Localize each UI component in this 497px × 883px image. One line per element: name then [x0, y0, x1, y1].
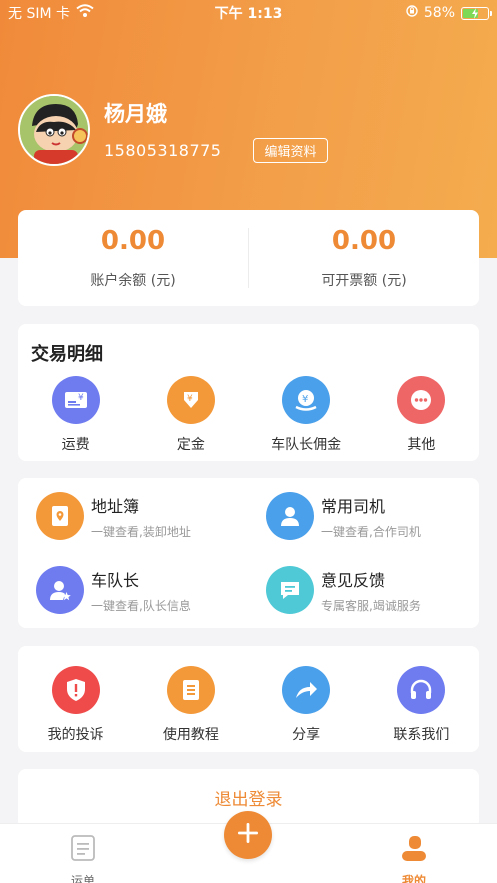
service-fleet-captain[interactable]: 车队长 一键查看,队长信息: [36, 566, 191, 614]
svg-text:¥: ¥: [187, 394, 193, 404]
tab-orders-label: 运单: [70, 874, 95, 883]
orientation-lock-icon: [406, 5, 418, 21]
more-icon: [397, 376, 446, 424]
user-name: 杨月娥: [104, 101, 167, 126]
share-icon: [282, 666, 331, 714]
invoice-amount[interactable]: 0.00 可开票额 (元): [249, 210, 479, 306]
transactions-row: ¥ 运费 ¥ 定金 ¥ 车队长佣金 其他: [18, 376, 479, 454]
services-card: 地址簿 一键查看,装卸地址 常用司机 一键查看,合作司机 车队长 一键查看,队长…: [18, 478, 479, 628]
deposit-icon: ¥: [166, 376, 215, 424]
address-book-subtitle: 一键查看,装卸地址: [91, 524, 191, 539]
complaint-icon: [51, 666, 100, 714]
tab-mine[interactable]: 我的: [374, 834, 454, 883]
account-balance-label: 账户余额 (元): [90, 273, 176, 289]
other-label: 其他: [407, 437, 436, 453]
balance-card: 0.00 账户余额 (元) 0.00 可开票额 (元): [18, 210, 479, 306]
profile-icon: [400, 834, 428, 866]
user-phone: 15805318775: [104, 140, 222, 160]
battery-percent: 58%: [423, 5, 455, 21]
transaction-freight[interactable]: ¥ 运费: [18, 376, 133, 454]
profile-section: 杨月娥 15805318775 编辑资料: [18, 94, 328, 166]
contact-label: 联系我们: [393, 727, 450, 743]
tab-orders[interactable]: 运单: [43, 834, 123, 883]
transaction-other[interactable]: 其他: [364, 376, 479, 454]
service-feedback[interactable]: 意见反馈 专属客服,竭诚服务: [266, 566, 421, 614]
driver-icon: [266, 492, 314, 540]
service-address-book[interactable]: 地址簿 一键查看,装卸地址: [36, 492, 191, 540]
tutorial-icon: [166, 666, 215, 714]
transactions-card: 交易明细 ¥ 运费 ¥ 定金 ¥ 车队长佣金 其他: [18, 324, 479, 461]
tutorial-label: 使用教程: [162, 727, 219, 743]
transactions-title: 交易明细: [31, 344, 103, 365]
account-balance[interactable]: 0.00 账户余额 (元): [18, 210, 248, 306]
carrier-label: 无 SIM 卡: [8, 6, 70, 22]
share-label: 分享: [292, 727, 321, 743]
more-card: 我的投诉 使用教程 分享 联系我们: [18, 646, 479, 752]
orders-icon: [70, 834, 96, 866]
account-balance-value: 0.00: [100, 226, 166, 256]
transaction-deposit[interactable]: ¥ 定金: [133, 376, 248, 454]
feedback-title: 意见反馈: [321, 570, 386, 590]
usage-tutorial[interactable]: 使用教程: [133, 666, 248, 744]
battery-icon: [461, 6, 492, 20]
add-button[interactable]: [224, 811, 272, 859]
feedback-icon: [266, 566, 314, 614]
fleet-captain-subtitle: 一键查看,队长信息: [91, 598, 191, 613]
fleet-captain-title: 车队长: [91, 570, 140, 590]
my-complaints[interactable]: 我的投诉: [18, 666, 133, 744]
invoice-amount-label: 可开票额 (元): [321, 273, 407, 289]
contact-us[interactable]: 联系我们: [364, 666, 479, 744]
transaction-commission[interactable]: ¥ 车队长佣金: [249, 376, 364, 454]
deposit-label: 定金: [176, 437, 205, 453]
avatar[interactable]: [18, 94, 90, 166]
share[interactable]: 分享: [249, 666, 364, 744]
frequent-drivers-subtitle: 一键查看,合作司机: [321, 524, 421, 539]
frequent-drivers-title: 常用司机: [321, 496, 386, 516]
address-book-title: 地址簿: [91, 496, 140, 516]
more-row: 我的投诉 使用教程 分享 联系我们: [18, 666, 479, 744]
status-bar: 无 SIM 卡 下午 1:13 58%: [0, 0, 497, 26]
captain-icon: [36, 566, 84, 614]
headset-icon: [397, 666, 446, 714]
plus-icon: [237, 822, 259, 848]
svg-text:¥: ¥: [302, 394, 308, 405]
complaints-label: 我的投诉: [47, 727, 104, 743]
feedback-subtitle: 专属客服,竭诚服务: [321, 598, 421, 613]
service-frequent-drivers[interactable]: 常用司机 一键查看,合作司机: [266, 492, 421, 540]
wifi-icon: [76, 4, 94, 22]
freight-icon: ¥: [51, 376, 100, 424]
invoice-amount-value: 0.00: [331, 226, 397, 256]
freight-label: 运费: [61, 437, 90, 453]
tab-mine-label: 我的: [401, 874, 426, 883]
address-book-icon: [36, 492, 84, 540]
commission-icon: ¥: [282, 376, 331, 424]
commission-label: 车队长佣金: [271, 437, 342, 453]
edit-profile-button[interactable]: 编辑资料: [253, 137, 328, 163]
svg-text:¥: ¥: [78, 393, 84, 403]
